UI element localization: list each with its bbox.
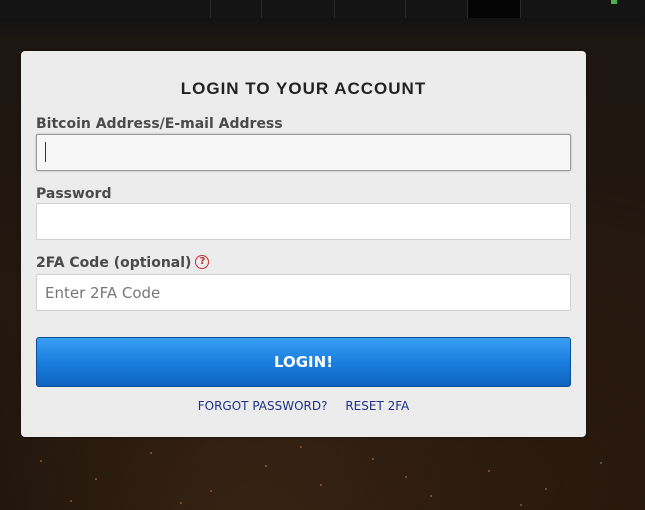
password-input[interactable]: [36, 203, 571, 240]
twofa-label: 2FA Code (optional): [36, 255, 192, 271]
password-label: Password: [36, 186, 112, 202]
reset-2fa-link[interactable]: RESET 2FA: [345, 399, 409, 413]
nav-tab-active[interactable]: [467, 0, 520, 18]
address-input[interactable]: [36, 134, 571, 171]
nav-tab-4[interactable]: [405, 0, 467, 18]
text-cursor: [45, 142, 46, 162]
status-indicator: [611, 0, 617, 4]
question-circle-icon[interactable]: ?: [195, 255, 210, 269]
background-sparkles: [0, 440, 645, 510]
twofa-input[interactable]: [36, 274, 571, 311]
address-label: Bitcoin Address/E-mail Address: [36, 116, 283, 132]
top-navigation-bar: [0, 0, 645, 18]
twofa-label-row: 2FA Code (optional)?: [36, 255, 210, 271]
nav-tab-1[interactable]: [210, 0, 261, 18]
nav-tab-6[interactable]: [520, 0, 645, 18]
login-button[interactable]: LOGIN!: [36, 337, 571, 387]
nav-tab-2[interactable]: [261, 0, 334, 18]
auth-links: FORGOT PASSWORD? RESET 2FA: [21, 399, 586, 413]
nav-tab-3[interactable]: [334, 0, 405, 18]
login-title: LOGIN TO YOUR ACCOUNT: [180, 79, 427, 98]
login-panel: LOGIN TO YOUR ACCOUNT Bitcoin Address/E-…: [21, 51, 586, 437]
forgot-password-link[interactable]: FORGOT PASSWORD?: [198, 399, 328, 413]
